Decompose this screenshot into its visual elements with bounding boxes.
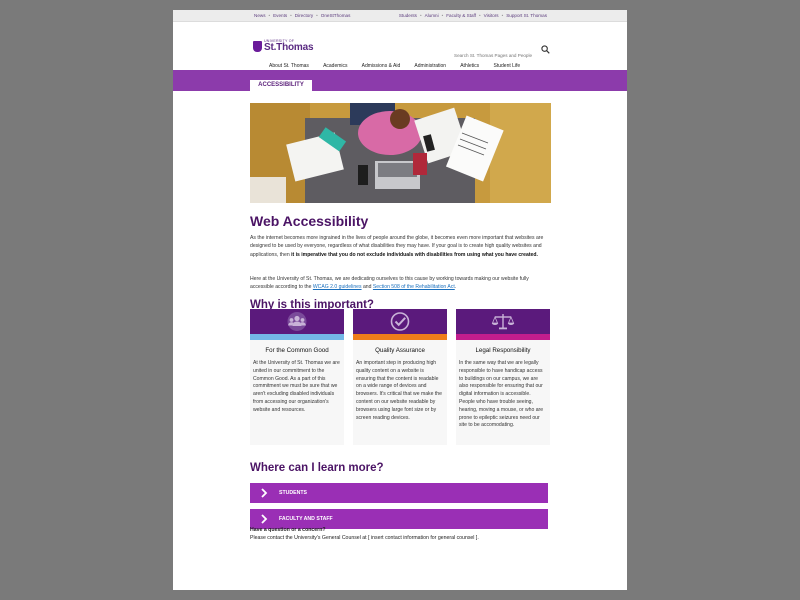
section-508-link[interactable]: Section 508 of the Rehabilitation Act bbox=[373, 284, 455, 290]
utility-link-students[interactable]: Students bbox=[399, 13, 417, 18]
card-common-good: For the Common Good At the University of… bbox=[250, 309, 344, 445]
section-band: ACCESSIBILITY bbox=[173, 70, 627, 91]
commitment-paragraph: Here at the University of St. Thomas, we… bbox=[250, 275, 551, 292]
faculty-staff-accordion-button[interactable]: FACULTY AND STAFF bbox=[250, 509, 548, 529]
utility-right-links: Students • Alumni • Faculty & Staff • Visitors… bbox=[399, 13, 547, 18]
question-heading: Have a question or a concern? bbox=[250, 527, 326, 533]
card-header bbox=[456, 309, 550, 334]
separator: • bbox=[479, 13, 481, 18]
card-accent-strip bbox=[456, 334, 550, 340]
contact-text: Please contact the University's General … bbox=[250, 535, 479, 541]
chevron-right-icon bbox=[261, 488, 268, 498]
card-header bbox=[250, 309, 344, 334]
search-input[interactable] bbox=[454, 51, 540, 60]
logo-name: St.Thomas bbox=[264, 42, 314, 53]
university-logo[interactable]: UNIVERSITY OF St.Thomas bbox=[253, 39, 323, 55]
card-title: For the Common Good bbox=[265, 347, 329, 354]
nav-item-admissions[interactable]: Admissions & Aid bbox=[362, 63, 401, 69]
search-box bbox=[454, 44, 550, 60]
and-text: and bbox=[361, 284, 373, 291]
nav-item-academics[interactable]: Academics bbox=[323, 63, 347, 69]
utility-bar: News • Events • Directory • OneStThomas Studen… bbox=[173, 10, 627, 22]
search-icon[interactable] bbox=[541, 45, 550, 54]
wcag-link[interactable]: WCAG 2.0 guidelines bbox=[313, 284, 362, 290]
hero-image bbox=[250, 103, 551, 203]
card-quality-assurance: Quality Assurance An important step in p… bbox=[353, 309, 447, 445]
card-title: Quality Assurance bbox=[375, 347, 425, 354]
faculty-staff-button-label: FACULTY AND STAFF bbox=[279, 516, 333, 522]
utility-link-events[interactable]: Events bbox=[273, 13, 287, 18]
card-body: In the same way that we are legally resp… bbox=[459, 360, 544, 429]
utility-left-links: News • Events • Directory • OneStThomas bbox=[254, 13, 350, 18]
scales-icon bbox=[491, 314, 515, 330]
card-legal-responsibility: Legal Responsibility In the same way tha… bbox=[456, 309, 550, 445]
card-body: An important step in producing high qual… bbox=[356, 360, 442, 421]
separator: • bbox=[290, 13, 292, 18]
students-accordion-button[interactable]: STUDENTS bbox=[250, 483, 548, 503]
group-icon bbox=[287, 312, 307, 331]
intro-emphasis: it is imperative that you do not exclude… bbox=[291, 251, 538, 258]
separator: • bbox=[441, 13, 444, 18]
masthead: UNIVERSITY OF St.Thomas About St. Thomas… bbox=[173, 22, 627, 70]
nav-item-athletics[interactable]: Athletics bbox=[460, 63, 479, 69]
section-tab-accessibility: ACCESSIBILITY bbox=[250, 80, 312, 91]
nav-item-student-life[interactable]: Student Life bbox=[494, 63, 521, 69]
intro-paragraph: As the internet becomes more ingrained i… bbox=[250, 234, 551, 259]
utility-link-directory[interactable]: Directory bbox=[295, 13, 313, 18]
card-accent-strip bbox=[250, 334, 344, 340]
chevron-right-icon bbox=[261, 514, 268, 524]
hero-photo-students-studying bbox=[250, 103, 551, 203]
main-nav: About St. Thomas Academics Admissions & … bbox=[269, 63, 533, 69]
utility-link-visitors[interactable]: Visitors bbox=[484, 13, 499, 18]
period-text: . bbox=[454, 284, 457, 291]
card-accent-strip bbox=[353, 334, 447, 340]
page: News • Events • Directory • OneStThomas Studen… bbox=[173, 10, 627, 590]
card-header bbox=[353, 309, 447, 334]
card-body: At the University of St. Thomas we are u… bbox=[253, 360, 340, 413]
separator: • bbox=[419, 13, 422, 18]
students-button-label: STUDENTS bbox=[279, 490, 307, 496]
separator: • bbox=[501, 13, 504, 18]
nav-item-about[interactable]: About St. Thomas bbox=[269, 63, 309, 69]
utility-link-faculty-staff[interactable]: Faculty & Staff bbox=[446, 13, 476, 18]
utility-link-support[interactable]: Support St. Thomas bbox=[506, 13, 547, 18]
utility-link-onestthomas[interactable]: OneStThomas bbox=[321, 13, 351, 18]
nav-item-administration[interactable]: Administration bbox=[414, 63, 446, 69]
learn-more-heading: Where can I learn more? bbox=[250, 462, 384, 474]
card-title: Legal Responsibility bbox=[475, 347, 531, 354]
checkmark-circle-icon bbox=[390, 312, 410, 331]
separator: • bbox=[316, 13, 318, 18]
utility-link-alumni[interactable]: Alumni bbox=[425, 13, 439, 18]
separator: • bbox=[268, 13, 271, 18]
utility-link-news[interactable]: News bbox=[254, 13, 266, 18]
shield-icon bbox=[253, 41, 262, 52]
page-title: Web Accessibility bbox=[250, 213, 369, 229]
